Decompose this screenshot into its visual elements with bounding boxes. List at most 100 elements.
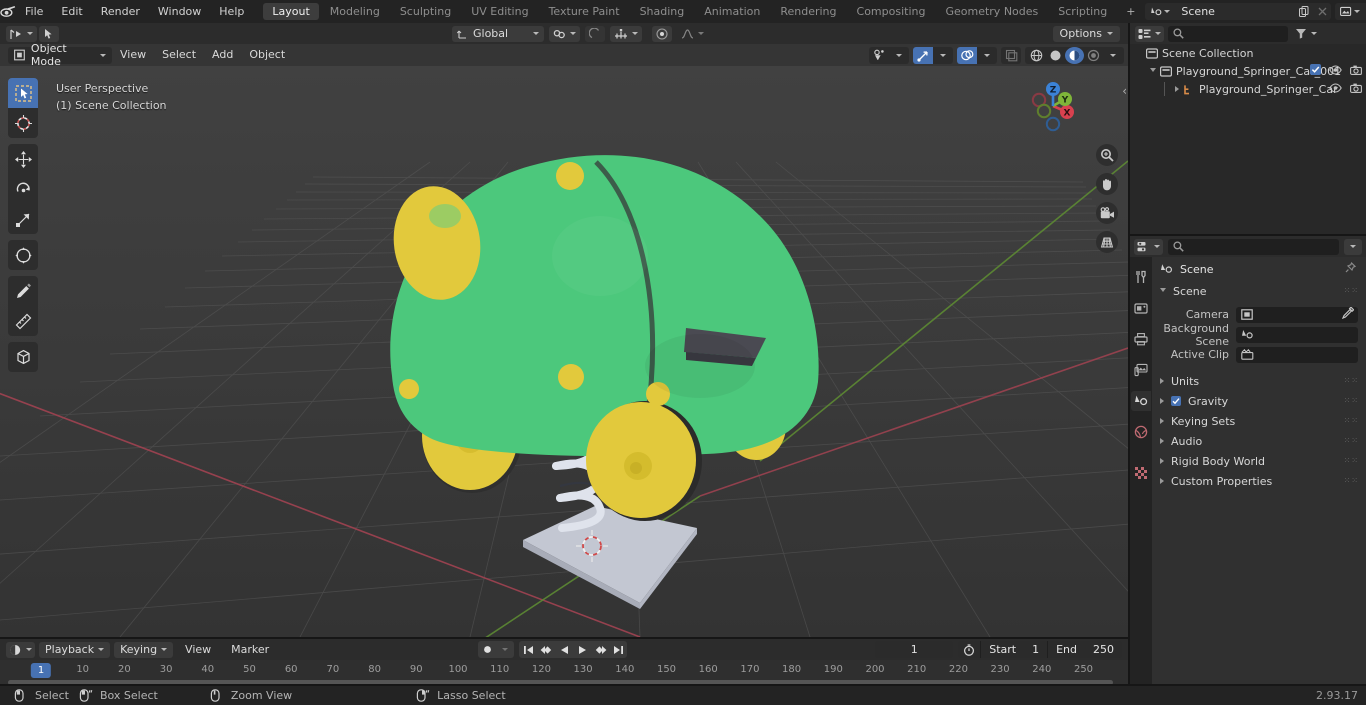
timeline-editor-type-dropdown[interactable] bbox=[6, 641, 35, 658]
workspace-tab-animation[interactable]: Animation bbox=[695, 3, 769, 20]
end-frame-field[interactable]: End 250 bbox=[1047, 641, 1122, 658]
proportional-editing-objects-toggle[interactable] bbox=[652, 25, 672, 42]
outliner-display-mode-dropdown[interactable] bbox=[1135, 25, 1164, 42]
outliner-row[interactable]: Scene Collection bbox=[1130, 44, 1366, 62]
tool-tab[interactable] bbox=[1131, 267, 1151, 287]
workspace-tab-rendering[interactable]: Rendering bbox=[771, 3, 845, 20]
timeline-playhead[interactable]: 1 bbox=[30, 663, 52, 678]
view-layer-icon[interactable] bbox=[1335, 3, 1366, 20]
cursor-tool-button[interactable] bbox=[8, 108, 38, 138]
menu-edit[interactable]: Edit bbox=[52, 0, 91, 23]
menu-help[interactable]: Help bbox=[210, 0, 253, 23]
gizmo-chevron-icon[interactable] bbox=[933, 47, 953, 64]
scene-name[interactable]: Scene bbox=[1175, 3, 1296, 20]
panel-header-gravity[interactable]: Gravity ⁙⁙ bbox=[1152, 391, 1366, 411]
measure-tool-button[interactable] bbox=[8, 306, 38, 336]
hide-in-viewport-icon[interactable] bbox=[1329, 82, 1342, 96]
outliner-search-input[interactable] bbox=[1168, 25, 1288, 42]
exclude-checkbox[interactable] bbox=[1310, 64, 1321, 78]
workspace-tab-shading[interactable]: Shading bbox=[631, 3, 694, 20]
workspace-tab-scripting[interactable]: Scripting bbox=[1049, 3, 1116, 20]
scale-tool-button[interactable] bbox=[8, 204, 38, 234]
auto-keying-chevron-icon[interactable] bbox=[496, 641, 514, 658]
zoom-view-button[interactable] bbox=[1096, 144, 1118, 166]
overlays-chevron-icon[interactable] bbox=[977, 47, 997, 64]
panel-expand-icon[interactable] bbox=[1160, 378, 1164, 384]
playback-dropdown[interactable]: Playback bbox=[39, 641, 111, 658]
shading-chevron-icon[interactable] bbox=[1103, 47, 1122, 64]
texture-tab[interactable] bbox=[1131, 463, 1151, 483]
expand-triangle-icon[interactable] bbox=[1150, 67, 1156, 75]
play-reverse-button[interactable] bbox=[555, 641, 573, 658]
3d-viewport[interactable]: User Perspective (1) Scene Collection X … bbox=[0, 66, 1128, 637]
timeline-marker-menu[interactable]: Marker bbox=[223, 642, 277, 658]
menu-render[interactable]: Render bbox=[92, 0, 149, 23]
auto-keying-group[interactable] bbox=[478, 641, 514, 658]
world-tab[interactable] bbox=[1131, 422, 1151, 442]
object-visibility-chevron-icon[interactable] bbox=[889, 47, 909, 64]
disable-in-renders-icon[interactable] bbox=[1350, 65, 1362, 78]
workspace-tab-uv-editing[interactable]: UV Editing bbox=[462, 3, 537, 20]
panel-header-units[interactable]: Units ⁙⁙ bbox=[1152, 371, 1366, 391]
move-tool-button[interactable] bbox=[8, 144, 38, 174]
jump-to-end-button[interactable] bbox=[609, 641, 627, 658]
property-field-active-clip[interactable] bbox=[1236, 346, 1358, 363]
properties-editor-type-dropdown[interactable] bbox=[1134, 238, 1163, 255]
proportional-editing-toggle[interactable] bbox=[585, 25, 605, 42]
delete-scene-button[interactable] bbox=[1313, 3, 1332, 20]
xray-group[interactable] bbox=[1001, 46, 1021, 64]
annotate-tool-button[interactable] bbox=[8, 276, 38, 306]
sidebar-collapse-arrow-icon[interactable]: ‹ bbox=[1122, 84, 1127, 98]
property-field-camera[interactable] bbox=[1236, 306, 1358, 323]
pin-icon[interactable] bbox=[1345, 261, 1357, 273]
properties-options-dropdown[interactable] bbox=[1344, 238, 1362, 255]
scene-selector[interactable]: Scene bbox=[1145, 3, 1332, 20]
jump-to-prev-keyframe-button[interactable] bbox=[537, 641, 555, 658]
new-scene-button[interactable] bbox=[1295, 3, 1314, 20]
object-visibility-group[interactable] bbox=[869, 46, 909, 64]
panel-header-rigid-body-world[interactable]: Rigid Body World ⁙⁙ bbox=[1152, 451, 1366, 471]
add-cube-tool-button[interactable] bbox=[8, 342, 38, 372]
workspace-tab-geometry-nodes[interactable]: Geometry Nodes bbox=[936, 3, 1047, 20]
pan-view-button[interactable] bbox=[1096, 173, 1118, 195]
jump-to-start-button[interactable] bbox=[519, 641, 537, 658]
panel-expand-icon[interactable] bbox=[1160, 478, 1164, 484]
blender-logo-icon[interactable] bbox=[0, 0, 16, 23]
workspace-tab-modeling[interactable]: Modeling bbox=[321, 3, 389, 20]
keying-dropdown[interactable]: Keying bbox=[114, 641, 174, 658]
output-tab[interactable] bbox=[1131, 329, 1151, 349]
overlays-group[interactable] bbox=[957, 46, 997, 64]
shading-rendered-icon[interactable] bbox=[1084, 47, 1103, 64]
workspace-tab-layout[interactable]: Layout bbox=[263, 3, 319, 20]
panel-expand-icon[interactable] bbox=[1160, 398, 1164, 404]
camera-view-button[interactable] bbox=[1096, 202, 1118, 224]
toggle-perspective-button[interactable] bbox=[1096, 231, 1118, 253]
panel-header-keying-sets[interactable]: Keying Sets ⁙⁙ bbox=[1152, 411, 1366, 431]
shading-wireframe-icon[interactable] bbox=[1027, 47, 1046, 64]
record-icon[interactable] bbox=[478, 641, 496, 658]
panel-header-scene[interactable]: Scene ⁙⁙ bbox=[1152, 281, 1366, 301]
viewport-menu-object[interactable]: Object bbox=[241, 44, 293, 66]
eyedropper-icon[interactable] bbox=[1341, 306, 1355, 322]
active-tool-icon[interactable] bbox=[6, 25, 37, 42]
expand-triangle-icon[interactable] bbox=[1175, 86, 1179, 92]
outliner-row[interactable]: Playground_Springer_Car_001 bbox=[1130, 62, 1366, 80]
scene-icon[interactable] bbox=[1145, 3, 1176, 20]
editor-divider-viewport-timeline[interactable] bbox=[0, 637, 1128, 639]
properties-search-input[interactable] bbox=[1168, 238, 1339, 255]
panel-expand-icon[interactable] bbox=[1160, 418, 1164, 424]
springer-car-model[interactable] bbox=[0, 66, 1128, 637]
panel-header-audio[interactable]: Audio ⁙⁙ bbox=[1152, 431, 1366, 451]
frame-range-group[interactable]: Start 1 End 250 bbox=[958, 641, 1122, 658]
viewport-menu-select[interactable]: Select bbox=[154, 44, 204, 66]
timeline-view-menu[interactable]: View bbox=[177, 642, 219, 658]
panel-expand-icon[interactable] bbox=[1160, 458, 1164, 464]
xray-icon[interactable] bbox=[1001, 47, 1021, 64]
snap-toggle[interactable] bbox=[549, 25, 580, 42]
transform-tool-button[interactable] bbox=[8, 240, 38, 270]
editor-divider-outliner-properties[interactable] bbox=[1130, 234, 1366, 236]
transform-orientation-dropdown[interactable]: Global bbox=[452, 25, 544, 42]
property-field-background-scene[interactable] bbox=[1236, 326, 1358, 343]
panel-expand-icon[interactable] bbox=[1160, 287, 1166, 295]
navigation-gizmo[interactable]: X Y Z bbox=[1022, 75, 1084, 137]
